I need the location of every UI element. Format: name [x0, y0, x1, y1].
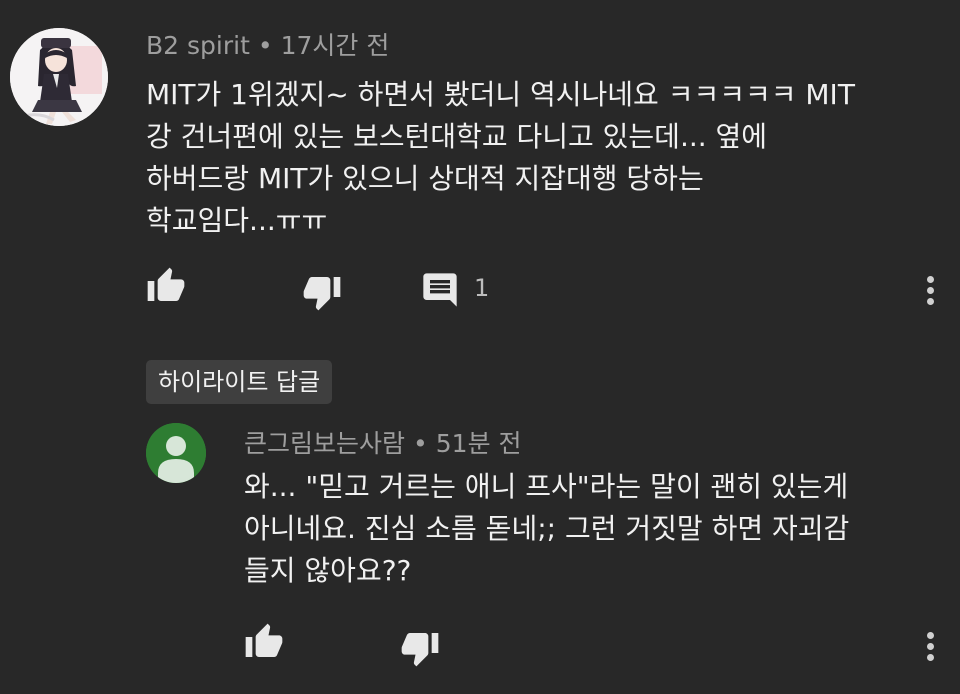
highlighted-reply-chip[interactable]: 하이라이트 답글: [146, 360, 333, 404]
reply-text-line: 아니네요. 진심 소름 돋네;; 그런 거짓말 하면 자괴감: [244, 512, 850, 545]
more-vertical-icon: [926, 654, 934, 661]
thumb-up-icon: [147, 267, 185, 301]
comment-thread: B2 spirit • 17시간 전 MIT가 1위겠지~ 하면서 봤더니 역시나네…: [0, 0, 960, 694]
comment-time[interactable]: 17시간 전: [281, 31, 390, 60]
more-vertical-icon: [926, 276, 934, 283]
meta-separator: •: [413, 429, 428, 458]
more-vertical-icon: [926, 632, 934, 639]
comment-text: MIT가 1위겠지~ 하면서 봤더니 역시나네요 ㅋㅋㅋㅋㅋ MIT 강 건너편…: [146, 74, 936, 242]
comment-text-line: 학교임다...ㅠㅠ: [146, 204, 328, 237]
dislike-button[interactable]: [400, 628, 440, 668]
reply-meta: 큰그림보는사람 • 51분 전: [244, 424, 522, 460]
meta-separator: •: [257, 31, 273, 60]
comment-text-line: 하버드랑 MIT가 있으니 상대적 지잡대행 당하는: [146, 162, 704, 195]
dislike-button[interactable]: [302, 272, 342, 312]
default-user-icon: [146, 423, 206, 483]
thumb-down-icon: [401, 633, 439, 667]
reply-count: 1: [474, 274, 490, 302]
comment-icon: [423, 273, 457, 307]
reply-author[interactable]: 큰그림보는사람: [244, 429, 405, 458]
comment-text-line: MIT가 1위겠지~ 하면서 봤더니 역시나네요 ㅋㅋㅋㅋㅋ MIT: [146, 78, 855, 111]
comment-author[interactable]: B2 spirit: [146, 31, 250, 60]
comment-meta: B2 spirit • 17시간 전: [146, 26, 389, 62]
reply-time[interactable]: 51분 전: [436, 429, 522, 458]
thumb-down-icon: [303, 277, 341, 311]
thumb-up-icon: [245, 623, 283, 657]
comment-actions: 1: [0, 266, 960, 316]
like-button[interactable]: [244, 622, 284, 662]
reply-actions: [0, 620, 960, 670]
comment-text-line: 강 건너편에 있는 보스턴대학교 다니고 있는데... 옆에: [146, 120, 768, 153]
reply-text-line: 들지 않아요??: [244, 554, 412, 587]
more-vertical-icon: [926, 287, 934, 294]
reply-button[interactable]: [420, 270, 460, 310]
more-vertical-icon: [926, 643, 934, 650]
more-vertical-icon: [926, 298, 934, 305]
more-options-button[interactable]: [920, 272, 940, 312]
avatar[interactable]: [146, 423, 206, 483]
reply-text: 와... "믿고 거르는 애니 프사"라는 말이 괜히 있는게 아니네요. 진심…: [244, 466, 934, 592]
more-options-button[interactable]: [920, 628, 940, 668]
like-button[interactable]: [146, 266, 186, 306]
anime-avatar-image: [10, 28, 108, 126]
avatar[interactable]: [10, 28, 108, 126]
reply-text-line: 와... "믿고 거르는 애니 프사"라는 말이 괜히 있는게: [244, 470, 849, 503]
